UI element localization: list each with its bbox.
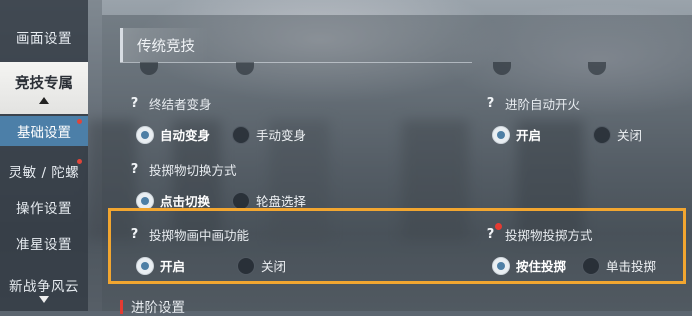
help-icon[interactable]: ? — [128, 162, 141, 177]
option-label: 轮盘选择 — [256, 194, 307, 209]
setting-title: 终结者变身 — [149, 97, 212, 112]
setting-throwable-switch: ? 投掷物切换方式 点击切换 轮盘选择 — [128, 160, 328, 210]
sidebar-item-controls[interactable]: 操作设置 — [0, 190, 88, 224]
setting-finisher-transform: ? 终结者变身 自动变身 手动变身 — [128, 94, 328, 144]
radio-unselected[interactable] — [232, 191, 251, 210]
setting-advanced-auto-fire: ? 进阶自动开火 开启 关闭 — [484, 94, 664, 144]
radio-selected[interactable] — [492, 256, 510, 275]
section-title-text: 传统竞技 — [137, 38, 195, 55]
sidebar-item-crosshair[interactable]: 准星设置 — [0, 226, 88, 260]
option-hold-throw[interactable]: 按住投掷 — [492, 256, 566, 275]
option-manual-transform[interactable]: 手动变身 — [232, 125, 306, 144]
expand-arrow-icon — [39, 296, 49, 303]
setting-title: 投掷物切换方式 — [149, 163, 237, 178]
radio-selected[interactable] — [492, 125, 510, 144]
sidebar-item-label: 准星设置 — [16, 237, 72, 253]
help-icon[interactable]: ? — [128, 96, 141, 111]
sidebar-item-graphics[interactable]: 画面设置 — [0, 20, 88, 54]
section-title: 传统竞技 — [120, 28, 209, 62]
setting-title: 投掷物画中画功能 — [149, 228, 250, 243]
notification-dot — [495, 223, 502, 230]
setting-title: 投掷物投掷方式 — [505, 228, 593, 243]
option-label: 按住投掷 — [516, 259, 567, 274]
option-label: 关闭 — [261, 259, 287, 274]
sidebar-item-label: 操作设置 — [16, 201, 72, 217]
option-auto-transform[interactable]: 自动变身 — [136, 125, 210, 144]
radio-selected[interactable] — [136, 256, 154, 275]
notification-dot — [77, 159, 82, 164]
help-icon[interactable]: ? — [484, 96, 497, 111]
option-tap-throw[interactable]: 单击投掷 — [582, 256, 656, 275]
help-icon[interactable]: ? — [128, 227, 141, 242]
setting-throwable-throw-mode: ? 投掷物投掷方式 按住投掷 单击投掷 — [484, 223, 678, 275]
sidebar: 画面设置 竞技专属 基础设置 灵敏 / 陀螺 操作设置 准星设置 新战争风云 — [0, 0, 88, 311]
option-label: 开启 — [160, 259, 186, 274]
radio-unselected[interactable] — [582, 256, 601, 275]
radio-unselected[interactable] — [237, 256, 256, 275]
next-section-title: 进阶设置 — [120, 300, 185, 316]
sidebar-item-label: 灵敏 / 陀螺 — [8, 165, 80, 181]
option-pip-on[interactable]: 开启 — [136, 256, 185, 275]
option-label: 手动变身 — [256, 128, 307, 143]
option-wheel-select[interactable]: 轮盘选择 — [232, 191, 306, 210]
sidebar-item-basic-settings[interactable]: 基础设置 — [0, 116, 88, 146]
notification-dot — [77, 119, 82, 124]
radio-unselected[interactable] — [593, 125, 612, 144]
option-auto-fire-on[interactable]: 开启 — [492, 125, 541, 144]
sidebar-item-label: 竞技专属 — [15, 76, 73, 92]
option-label: 关闭 — [617, 128, 643, 143]
sidebar-item-label: 新战争风云 — [9, 279, 79, 295]
setting-throwable-pip: ? 投掷物画中画功能 开启 关闭 — [128, 225, 308, 275]
option-label: 单击投掷 — [606, 259, 657, 274]
option-tap-switch[interactable]: 点击切换 — [136, 191, 210, 210]
section-underline — [120, 62, 472, 63]
option-pip-off[interactable]: 关闭 — [237, 256, 286, 275]
next-section-title-text: 进阶设置 — [131, 300, 185, 316]
help-icon[interactable]: ? — [484, 223, 502, 242]
sidebar-item-label: 画面设置 — [16, 31, 72, 47]
sidebar-item-label: 基础设置 — [17, 125, 71, 141]
setting-title: 进阶自动开火 — [505, 97, 581, 112]
radio-selected[interactable] — [136, 125, 154, 144]
radio-selected[interactable] — [136, 191, 154, 210]
sidebar-item-sensitivity[interactable]: 灵敏 / 陀螺 — [0, 154, 88, 188]
sidebar-divider — [88, 0, 102, 311]
option-auto-fire-off[interactable]: 关闭 — [593, 125, 642, 144]
sidebar-item-competitive[interactable]: 竞技专属 — [0, 62, 88, 114]
radio-unselected[interactable] — [232, 125, 251, 144]
option-label: 开启 — [516, 128, 542, 143]
option-label: 点击切换 — [160, 194, 211, 209]
option-label: 自动变身 — [160, 128, 211, 143]
collapse-arrow-icon — [39, 97, 49, 104]
